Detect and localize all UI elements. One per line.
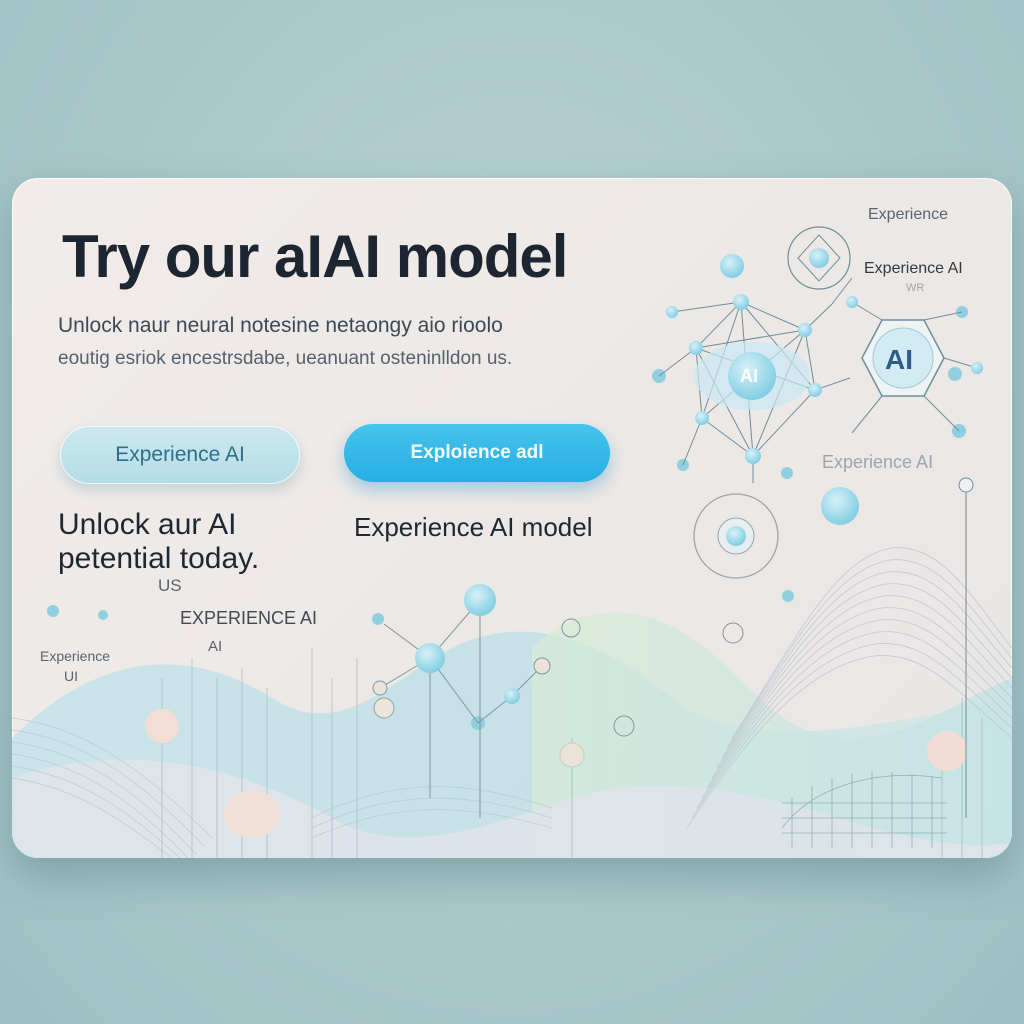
left-headline: Unlock aur AI petential today.	[58, 508, 260, 575]
page-title: Try our aIAI model	[62, 223, 568, 290]
experience-caps-label: EXPERIENCE AI	[180, 608, 318, 628]
ai-node-center-label: AI	[740, 366, 758, 386]
network-label-experience-ai: Experience AI	[864, 260, 963, 277]
ai-small-label: AI	[208, 638, 223, 655]
network-label-small: WR	[906, 282, 925, 294]
hero-subtitle-line-1: Unlock naur neural notesine netaongy aio…	[58, 314, 503, 337]
network-label-experience: Experience	[868, 206, 949, 223]
ai-hexagon-label: AI	[885, 344, 913, 375]
experience-small-label: Experience	[40, 648, 111, 664]
promo-card: Try our aIAI model Unlock naur neural no…	[12, 178, 1012, 858]
hero-subtitle-line-2: eoutig esriok encestrsdabe, ueanuant ost…	[58, 348, 513, 369]
faded-experience-label: Experience AI	[822, 452, 934, 472]
ui-small-label: UI	[64, 668, 78, 684]
right-headline: Experience AI model	[354, 512, 593, 542]
us-label: US	[158, 576, 182, 595]
experience-ai-button[interactable]: Experience AI	[60, 426, 300, 484]
explore-button[interactable]: Exploience adl	[344, 424, 610, 482]
